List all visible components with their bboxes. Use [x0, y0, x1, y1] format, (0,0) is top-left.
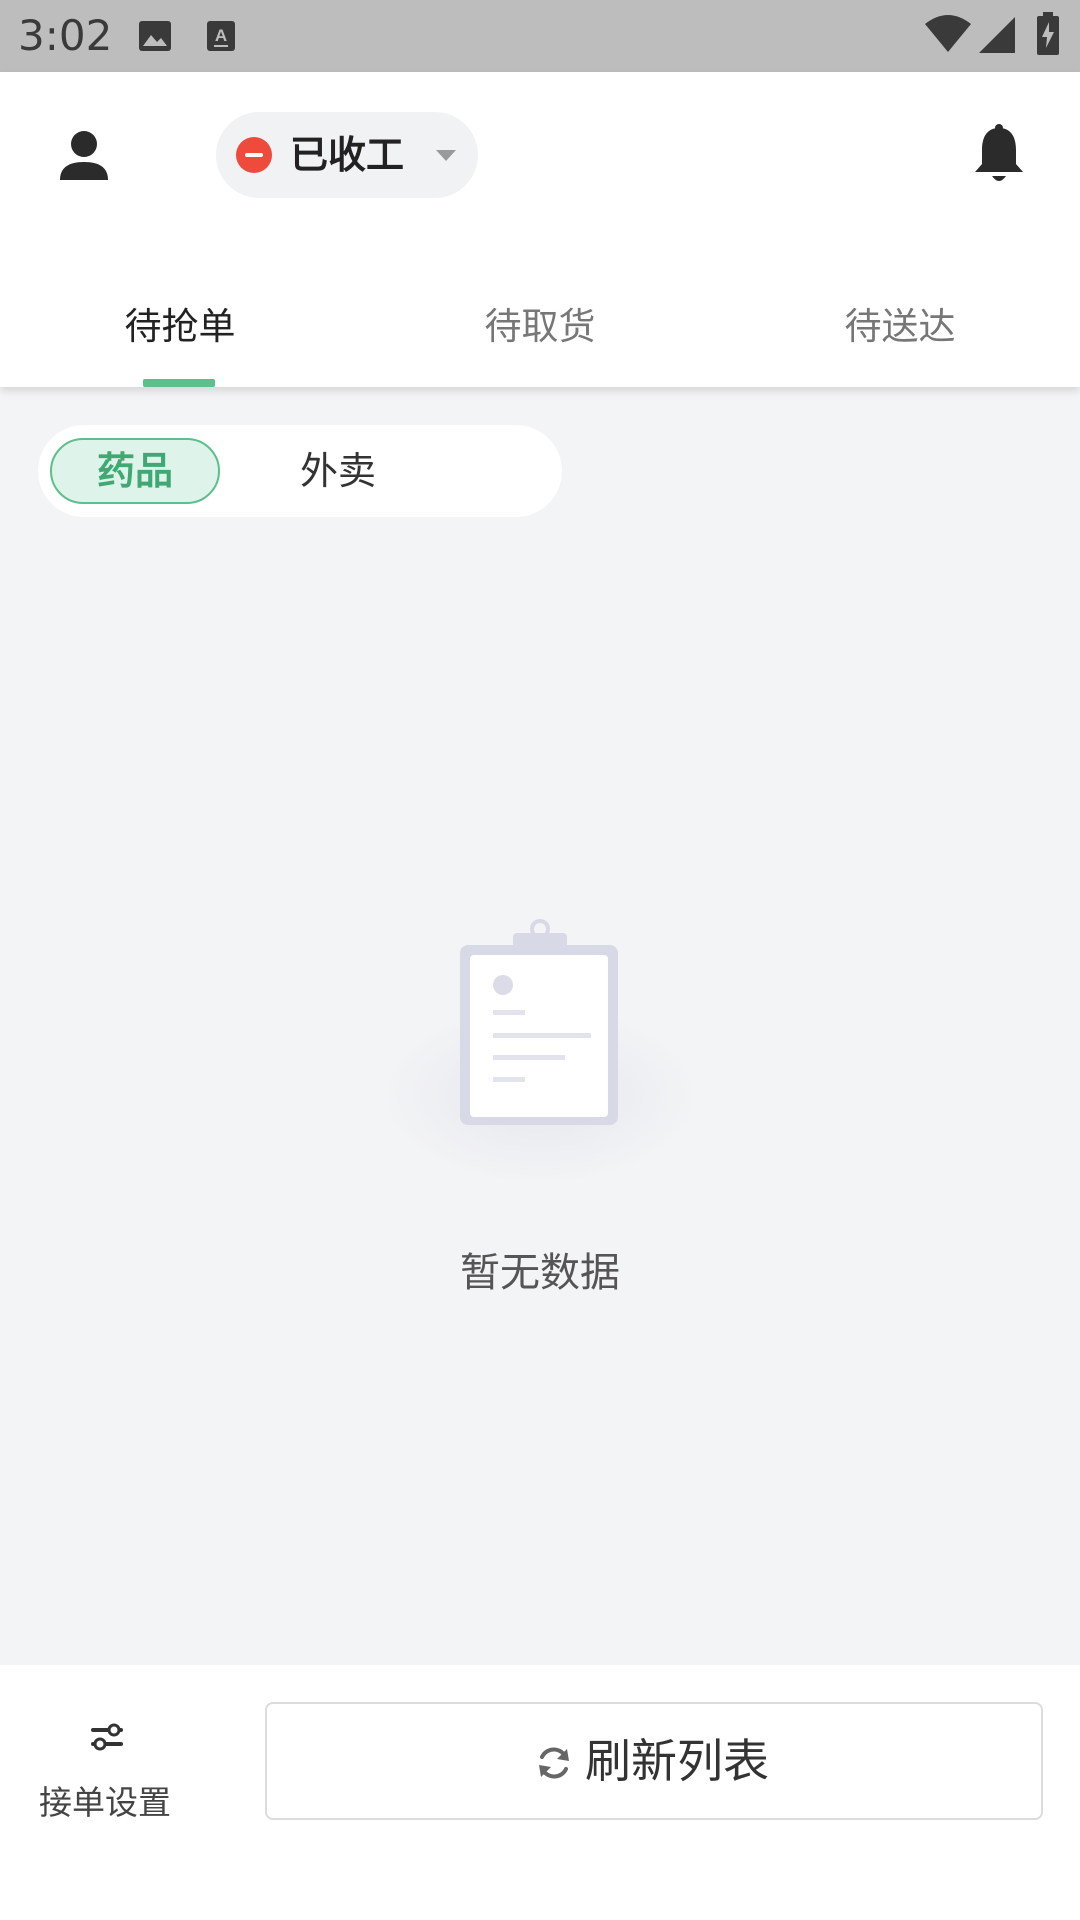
tab-pending-delivery[interactable]: 待送达 — [720, 272, 1080, 382]
refresh-list-button[interactable]: 刷新列表 — [265, 1702, 1043, 1820]
battery-charging-icon — [1037, 12, 1059, 55]
top-header: 已收工 待抢单 待取货 待送达 — [0, 72, 1080, 387]
bell-icon[interactable] — [972, 124, 1026, 186]
work-status-dropdown[interactable]: 已收工 — [216, 112, 478, 198]
category-medicine[interactable]: 药品 — [50, 438, 220, 504]
order-settings-button[interactable]: 接单设置 — [20, 1720, 190, 1830]
category-takeout[interactable]: 外卖 — [278, 438, 398, 504]
text-icon: A — [207, 21, 235, 51]
signal-icon — [979, 17, 1015, 53]
order-settings-label: 接单设置 — [39, 1783, 171, 1822]
clipboard-icon — [380, 919, 700, 1185]
status-off-icon — [236, 137, 272, 173]
tab-pending-pickup[interactable]: 待取货 — [360, 272, 720, 382]
status-time: 3:02 — [18, 11, 113, 60]
active-tab-indicator — [143, 379, 215, 387]
category-switch: 药品 外卖 — [38, 425, 562, 517]
tab-pending-grab[interactable]: 待抢单 — [0, 272, 360, 382]
app-screen: 3:02 A 已收工 待抢单 待取货 待送达 药品 外卖 暂无数据 接单设置 刷… — [0, 0, 1080, 1920]
caret-down-icon — [436, 150, 456, 161]
person-icon[interactable] — [56, 128, 112, 184]
svg-text:A: A — [215, 26, 227, 45]
empty-state-text: 暂无数据 — [460, 1250, 620, 1296]
sliders-icon — [91, 1723, 123, 1751]
refresh-icon — [539, 1747, 569, 1779]
image-icon — [139, 21, 171, 51]
status-bar: 3:02 A — [0, 0, 1080, 72]
order-tabs: 待抢单 待取货 待送达 — [0, 272, 1080, 387]
refresh-list-label: 刷新列表 — [585, 1734, 769, 1788]
bottom-action-bar: 接单设置 刷新列表 — [0, 1665, 1080, 1920]
work-status-label: 已收工 — [290, 133, 405, 177]
wifi-icon — [925, 15, 971, 52]
